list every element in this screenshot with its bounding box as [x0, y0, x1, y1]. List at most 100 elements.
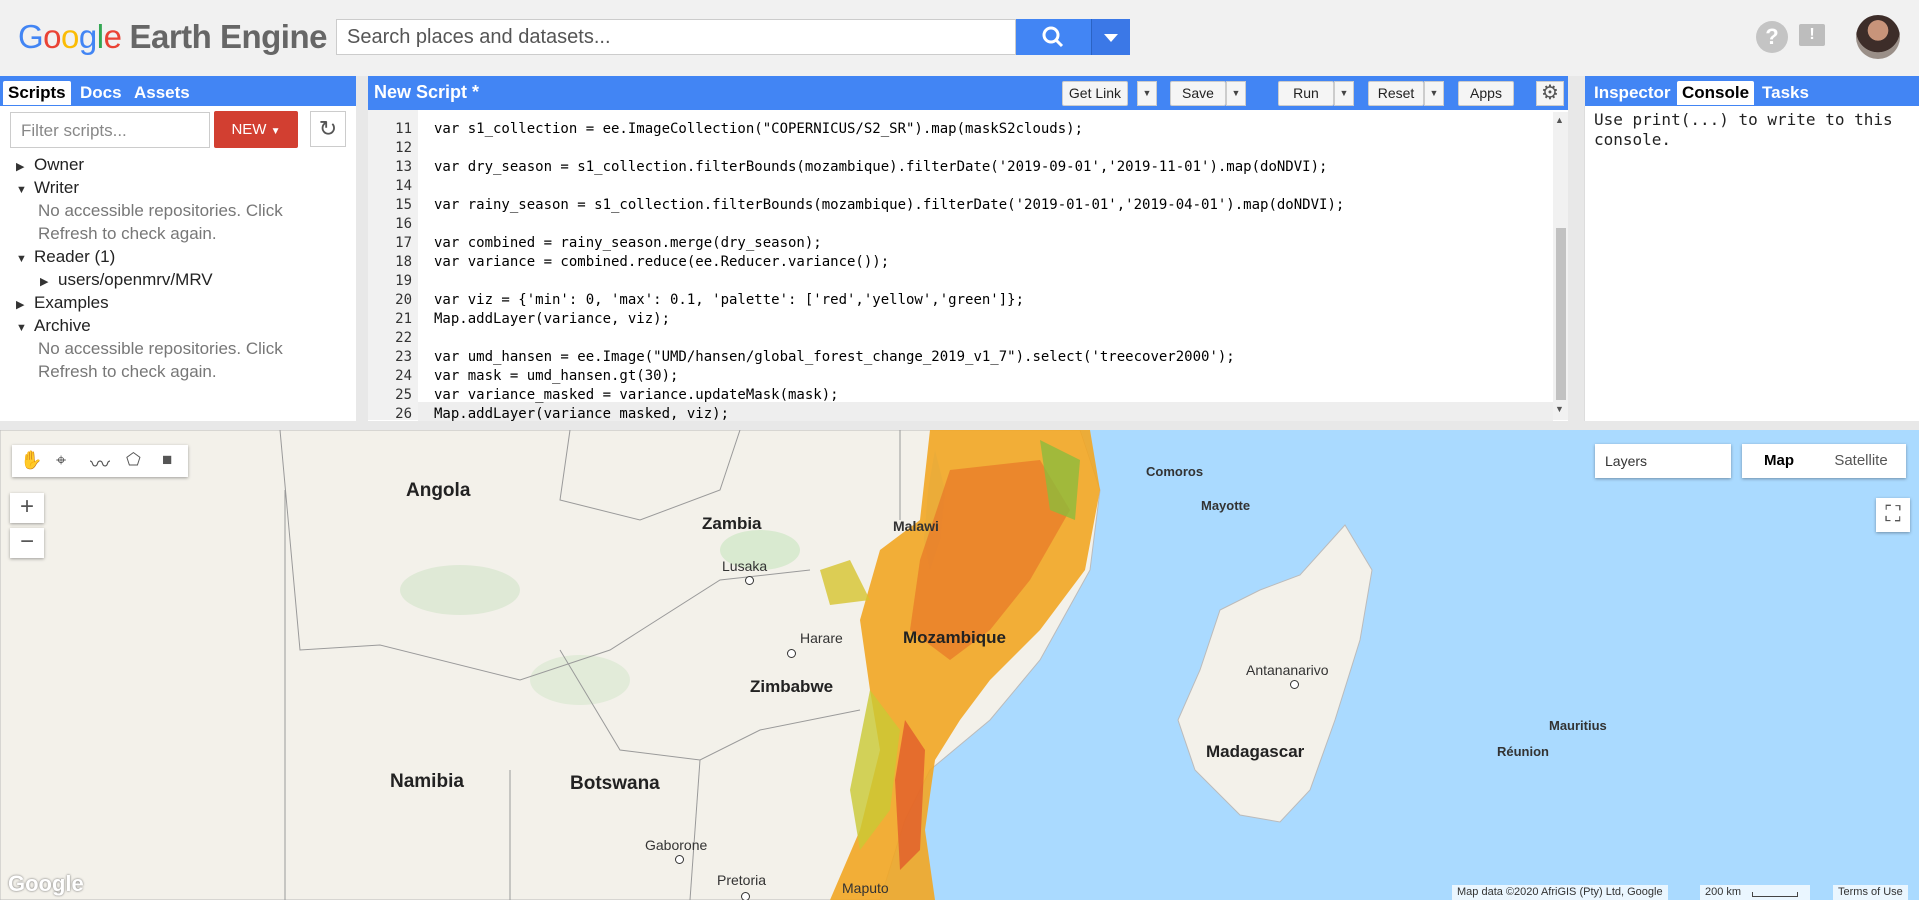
zoom-out-button[interactable]: − [10, 528, 44, 558]
tree-label: Archive [34, 316, 91, 335]
tree-item-archive[interactable]: ▼ Archive [16, 316, 91, 336]
code-text: var variance_masked = variance.updateMas… [434, 387, 839, 403]
tab-scripts[interactable]: Scripts [3, 81, 71, 105]
code-line[interactable]: 25 var variance_masked = variance.updateM… [368, 386, 839, 405]
caret-down-icon: ▼ [16, 322, 27, 334]
archive-note-line2: Refresh to check again. [38, 362, 217, 381]
label-angola: Angola [406, 480, 471, 501]
panel-splitter-right[interactable] [1568, 76, 1585, 422]
code-line[interactable]: 17 var combined = rainy_season.merge(dry_… [368, 234, 822, 253]
search-button[interactable] [1016, 19, 1091, 55]
caret-down-icon: ▼ [16, 253, 27, 265]
reset-button[interactable]: Reset [1368, 81, 1424, 106]
rectangle-tool-icon[interactable]: ■ [162, 450, 172, 470]
line-number: 16 [395, 216, 412, 232]
new-button[interactable]: NEW ▼ [214, 111, 298, 148]
polygon-tool-icon[interactable]: ⬠ [126, 450, 141, 470]
map-type-satellite-button[interactable]: Satellite [1816, 444, 1906, 478]
point-marker-icon[interactable]: ⌖ [56, 450, 66, 471]
search-icon [1042, 26, 1064, 48]
map-view[interactable]: ✋ ⌖ 〰 ⬠ ■ + − Layers Map Satellite ⛶ Ang… [0, 430, 1919, 900]
code-line[interactable]: 19 [368, 272, 434, 291]
feedback-icon[interactable]: ! [1799, 24, 1825, 46]
map-type-map-button[interactable]: Map [1742, 444, 1816, 478]
code-text: var dry_season = s1_collection.filterBou… [434, 159, 1328, 175]
code-text: var s1_collection = ee.ImageCollection("… [434, 121, 1084, 137]
code-line[interactable]: 16 [368, 215, 434, 234]
settings-gear-button[interactable]: ⚙ [1536, 81, 1564, 106]
right-tab-bar: Inspector Console Tasks [1585, 76, 1919, 106]
code-line[interactable]: 20 var viz = {'min': 0, 'max': 0.1, 'pale… [368, 291, 1024, 310]
panel-splitter-left[interactable] [356, 76, 368, 422]
save-dropdown[interactable]: ▼ [1226, 81, 1246, 106]
code-line[interactable]: 13 var dry_season = s1_collection.filterB… [368, 158, 1327, 177]
layers-button[interactable]: Layers [1595, 444, 1731, 478]
code-line[interactable]: 14 [368, 177, 434, 196]
code-line[interactable]: 12 [368, 139, 434, 158]
earth-engine-logo[interactable]: Google Earth Engine [18, 18, 327, 56]
tab-assets[interactable]: Assets [129, 81, 195, 105]
editor-scrollbar-thumb[interactable] [1556, 228, 1566, 400]
code-line[interactable]: 23 var umd_hansen = ee.Image("UMD/hansen/… [368, 348, 1235, 367]
tab-console[interactable]: Console [1677, 81, 1755, 105]
tree-item-reader[interactable]: ▼ Reader (1) [16, 247, 115, 267]
search-input[interactable]: Search places and datasets... [336, 19, 1016, 55]
code-text: var umd_hansen = ee.Image("UMD/hansen/gl… [434, 349, 1235, 365]
scale-bar: 200 km [1700, 885, 1810, 900]
refresh-button[interactable]: ↻ [310, 111, 346, 147]
line-number: 11 [395, 121, 412, 137]
label-mayotte: Mayotte [1201, 498, 1251, 513]
tab-inspector[interactable]: Inspector [1589, 81, 1676, 105]
scroll-down-arrow[interactable]: ▼ [1555, 404, 1564, 414]
label-zimbabwe: Zimbabwe [750, 677, 834, 696]
caret-down-icon: ▼ [16, 184, 27, 196]
scroll-up-arrow[interactable]: ▲ [1555, 115, 1564, 125]
writer-note-line1: No accessible repositories. Click [38, 201, 283, 220]
run-dropdown[interactable]: ▼ [1334, 81, 1354, 106]
line-number: 15 [395, 197, 412, 213]
tree-item-examples[interactable]: ▶ Examples [16, 293, 109, 313]
code-text: var mask = umd_hansen.gt(30); [434, 368, 679, 384]
city-dot [787, 649, 796, 658]
code-line[interactable]: 18 var variance = combined.reduce(ee.Redu… [368, 253, 889, 272]
pan-hand-icon[interactable]: ✋ [20, 450, 42, 471]
tree-item-repo[interactable]: ▶ users/openmrv/MRV [40, 270, 213, 290]
help-icon[interactable]: ? [1756, 21, 1788, 53]
line-tool-icon[interactable]: 〰 [90, 448, 110, 477]
code-line[interactable]: 24 var mask = umd_hansen.gt(30); [368, 367, 678, 386]
zoom-in-button[interactable]: + [10, 493, 44, 523]
search-dropdown-button[interactable] [1091, 19, 1130, 55]
code-line[interactable]: 15 var rainy_season = s1_collection.filte… [368, 196, 1344, 215]
tree-label: Writer [34, 178, 80, 197]
fullscreen-button[interactable]: ⛶ [1876, 498, 1910, 532]
archive-note-line1: No accessible repositories. Click [38, 339, 283, 358]
line-number: 24 [395, 368, 412, 384]
tab-docs[interactable]: Docs [75, 81, 127, 105]
drawing-toolbar: ✋ ⌖ 〰 ⬠ ■ [12, 445, 188, 477]
filter-scripts-input[interactable]: Filter scripts... [10, 112, 210, 148]
code-text: var rainy_season = s1_collection.filterB… [434, 197, 1345, 213]
label-botswana: Botswana [570, 773, 660, 794]
avatar[interactable] [1856, 15, 1900, 59]
reset-dropdown[interactable]: ▼ [1424, 81, 1444, 106]
code-text: var variance = combined.reduce(ee.Reduce… [434, 254, 890, 270]
terms-link[interactable]: Terms of Use [1833, 885, 1908, 900]
code-line[interactable]: 11 var s1_collection = ee.ImageCollection… [368, 120, 1083, 139]
line-number: 23 [395, 349, 412, 365]
tab-tasks[interactable]: Tasks [1757, 81, 1814, 105]
code-line[interactable]: 22 [368, 329, 434, 348]
get-link-dropdown[interactable]: ▼ [1137, 81, 1157, 106]
city-dot [675, 855, 684, 864]
city-dot [1290, 680, 1299, 689]
code-line[interactable]: 21 Map.addLayer(variance, viz); [368, 310, 670, 329]
tree-item-writer[interactable]: ▼ Writer [16, 178, 79, 198]
run-button[interactable]: Run [1278, 81, 1334, 106]
tree-item-owner[interactable]: ▶ Owner [16, 155, 84, 175]
save-button[interactable]: Save [1170, 81, 1226, 106]
map-splitter[interactable] [0, 421, 1919, 430]
get-link-button[interactable]: Get Link [1062, 81, 1128, 106]
line-number: 19 [395, 273, 412, 289]
apps-button[interactable]: Apps [1458, 81, 1514, 106]
caret-down-icon: ▼ [270, 126, 281, 137]
caret-right-icon: ▶ [40, 276, 49, 288]
